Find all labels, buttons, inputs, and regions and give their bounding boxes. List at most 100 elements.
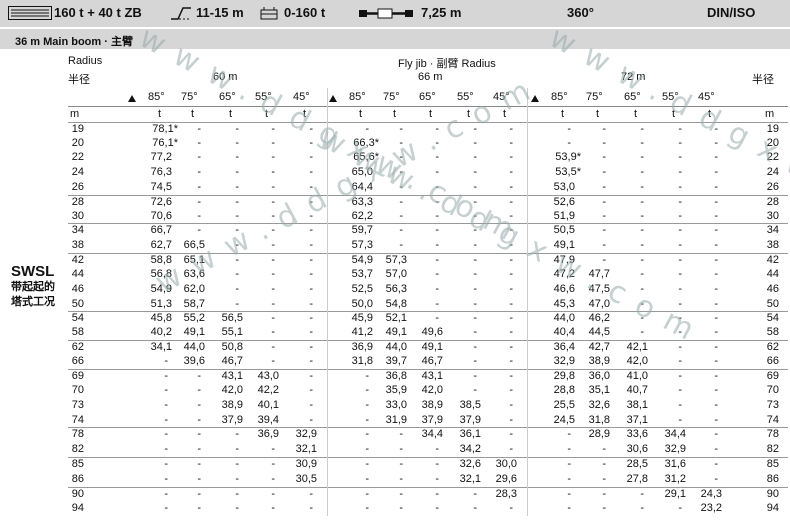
load-cell: - [714,268,718,280]
load-cell: - [309,298,313,310]
load-cell: - [271,123,275,135]
load-cell: 31,8 [588,414,610,426]
load-cell: - [197,502,201,514]
load-cell: - [435,224,439,236]
radius-right: 44 [766,268,779,280]
load-cell: - [678,210,682,222]
angle-header-0-0: 85° [148,91,165,103]
load-cell: - [235,298,239,310]
load-cell: - [509,326,513,338]
load-cell: - [602,137,606,149]
radius-left: 24 [71,166,84,178]
load-cell: - [678,341,682,353]
load-cell: - [640,137,644,149]
load-cell: - [509,224,513,236]
radius-left: 30 [71,210,84,222]
load-cell: - [714,210,718,222]
load-cell: - [435,196,439,208]
load-cell: - [271,196,275,208]
swsl-cn-line-2: 塔式工况 [11,296,55,308]
angle-header-0-2: 65° [219,91,236,103]
load-cell: - [602,239,606,251]
load-cell: 39,6 [183,355,205,367]
load-cell: - [235,502,239,514]
load-cell: - [473,312,477,324]
load-cell: - [473,283,477,295]
boom-length-icon [170,6,192,23]
load-cell: - [473,196,477,208]
load-cell: - [271,443,275,455]
load-cell: - [197,181,201,193]
load-cell: - [435,443,439,455]
radius-right: 82 [766,443,779,455]
load-cell: 55,2 [183,312,205,324]
load-cell: - [714,123,718,135]
boom-angle-triangle-icon [128,95,136,102]
unit-t: t [672,108,676,120]
load-cell: - [309,151,313,163]
load-cell: - [567,458,571,470]
load-cell: - [235,196,239,208]
load-cell: - [473,166,477,178]
capacity-text: 160 t + 40 t ZB [54,5,142,20]
radius-left: 85 [71,458,84,470]
outrigger-icon [358,6,414,23]
load-cell: - [509,341,513,353]
load-cell: - [435,210,439,222]
load-cell: - [435,458,439,470]
jib-length-66: 66 m [418,71,443,83]
angle-header-1-3: 55° [457,91,474,103]
radius-left: 44 [71,268,84,280]
radius-left: 34 [71,224,84,236]
load-cell: - [399,123,403,135]
load-cell: - [435,312,439,324]
load-cell: 44,0 [183,341,205,353]
load-cell: 36,9 [257,428,279,440]
load-cell: - [567,473,571,485]
standard-text: DIN/ISO [707,5,756,20]
radius-right: 74 [766,414,779,426]
jib-group-separator [327,88,328,516]
radius-left: 90 [71,488,84,500]
radius-right: 42 [766,254,779,266]
radius-left: 38 [71,239,84,251]
load-cell: - [602,196,606,208]
load-cell: - [309,341,313,353]
radius-left: 54 [71,312,84,324]
load-cell: - [640,210,644,222]
jib-group-separator [527,88,528,516]
load-cell: 31,9 [385,414,407,426]
unit-t: t [265,108,269,120]
load-cell: - [567,137,571,149]
boom-range-text: 11-15 m [196,5,244,20]
unit-t: t [303,108,307,120]
load-cell: - [714,312,718,324]
load-cell: - [435,283,439,295]
load-cell: - [309,123,313,135]
load-cell: - [473,224,477,236]
load-cell: - [309,181,313,193]
load-cell: - [197,370,201,382]
load-cell: - [365,370,369,382]
load-cell: - [399,224,403,236]
unit-t: t [634,108,638,120]
load-cell: - [271,355,275,367]
load-cell: - [640,196,644,208]
load-cell: - [678,254,682,266]
radius-left: 46 [71,283,84,295]
load-cell: 32,9 [553,355,575,367]
radius-left: 66 [71,355,84,367]
load-cell: - [509,414,513,426]
load-cell: 44,0 [553,312,575,324]
radius-right: 34 [766,224,779,236]
load-cell: - [602,254,606,266]
load-cell: - [235,458,239,470]
load-cell: - [235,268,239,280]
load-cell: - [473,268,477,280]
angle-header-2-4: 45° [698,91,715,103]
boom-angle-triangle-icon [329,95,337,102]
load-cell: - [473,502,477,514]
load-cell: - [509,181,513,193]
load-cell: 32,1 [295,443,317,455]
load-cell: - [435,488,439,500]
